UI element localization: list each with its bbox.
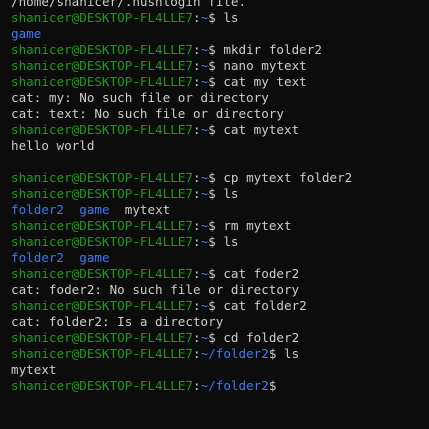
prompt-line: shanicer@DESKTOP-FL4LLE7:~$ cat mytext — [11, 122, 429, 138]
command-text: cat my text — [215, 74, 307, 89]
prompt-dollar: $ — [208, 234, 216, 249]
command-text: cat foder2 — [215, 266, 300, 281]
output-line: mytext — [11, 362, 429, 378]
ls-output-line: folder2 game — [11, 250, 429, 266]
prompt-separator: : — [192, 298, 201, 313]
prompt-dollar: $ — [268, 378, 277, 393]
prompt-user-host: shanicer@DESKTOP-FL4LLE7 — [11, 378, 193, 393]
prompt-dollar: $ — [208, 186, 216, 201]
prompt-line: shanicer@DESKTOP-FL4LLE7:~/folder2$ — [11, 378, 429, 394]
prompt-user-host: shanicer@DESKTOP-FL4LLE7 — [11, 298, 193, 313]
prompt-line: shanicer@DESKTOP-FL4LLE7:~$ mkdir folder… — [11, 42, 429, 58]
prompt-line: shanicer@DESKTOP-FL4LLE7:~$ ls — [11, 186, 429, 202]
directory-entry: game — [79, 202, 110, 217]
prompt-dollar: $ — [208, 218, 216, 233]
prompt-dollar: $ — [208, 74, 216, 89]
output-line: cat: folder2: Is a directory — [11, 314, 429, 330]
prompt-user-host: shanicer@DESKTOP-FL4LLE7 — [11, 122, 193, 137]
prompt-separator: : — [192, 74, 201, 89]
prompt-line: shanicer@DESKTOP-FL4LLE7:~$ nano mytext — [11, 58, 429, 74]
output-text: cat: text: No such file or directory — [11, 106, 284, 121]
prompt-dollar: $ — [208, 122, 216, 137]
output-line: cat: foder2: No such file or directory — [11, 282, 429, 298]
prompt-line: shanicer@DESKTOP-FL4LLE7:~$ rm mytext — [11, 218, 429, 234]
command-text: ls — [276, 346, 300, 361]
prompt-line: shanicer@DESKTOP-FL4LLE7:~$ ls — [11, 10, 429, 26]
prompt-separator: : — [192, 42, 201, 57]
prompt-line: shanicer@DESKTOP-FL4LLE7:~$ ls — [11, 234, 429, 250]
prompt-dollar: $ — [208, 330, 216, 345]
prompt-user-host: shanicer@DESKTOP-FL4LLE7 — [11, 74, 193, 89]
prompt-separator: : — [192, 234, 201, 249]
prompt-line: shanicer@DESKTOP-FL4LLE7:~$ cd folder2 — [11, 330, 429, 346]
prompt-path: ~/folder2 — [200, 378, 269, 393]
output-text: cat: my: No such file or directory — [11, 90, 269, 105]
prompt-separator: : — [192, 346, 201, 361]
output-text: cat: foder2: No such file or directory — [11, 282, 300, 297]
command-text: cp mytext folder2 — [215, 170, 353, 185]
output-text: cat: folder2: Is a directory — [11, 314, 224, 329]
directory-entry: game — [11, 26, 42, 41]
command-text: ls — [215, 10, 239, 25]
command-text: ls — [215, 234, 239, 249]
prompt-line: shanicer@DESKTOP-FL4LLE7:~$ cat foder2 — [11, 266, 429, 282]
prompt-separator: : — [192, 122, 201, 137]
prompt-user-host: shanicer@DESKTOP-FL4LLE7 — [11, 42, 193, 57]
prompt-user-host: shanicer@DESKTOP-FL4LLE7 — [11, 346, 193, 361]
directory-entry: folder2 — [11, 202, 65, 217]
output-line: /home/shanicer/.hushlogin file. — [11, 0, 429, 10]
output-line: cat: my: No such file or directory — [11, 90, 429, 106]
prompt-separator: : — [192, 10, 201, 25]
file-entry: mytext — [124, 202, 171, 217]
prompt-separator: : — [192, 186, 201, 201]
prompt-separator: : — [192, 58, 201, 73]
output-line: hello world — [11, 138, 429, 154]
prompt-line: shanicer@DESKTOP-FL4LLE7:~$ cp mytext fo… — [11, 170, 429, 186]
output-line: cat: text: No such file or directory — [11, 106, 429, 122]
prompt-dollar: $ — [208, 58, 216, 73]
output-text: mytext — [11, 362, 57, 377]
command-text: mkdir folder2 — [215, 42, 322, 57]
prompt-separator: : — [192, 330, 201, 345]
prompt-dollar: $ — [208, 170, 216, 185]
prompt-user-host: shanicer@DESKTOP-FL4LLE7 — [11, 58, 193, 73]
prompt-dollar: $ — [208, 266, 216, 281]
command-text: ls — [215, 186, 239, 201]
ls-output-line: folder2 game mytext — [11, 202, 429, 218]
prompt-user-host: shanicer@DESKTOP-FL4LLE7 — [11, 186, 193, 201]
prompt-path: ~/folder2 — [200, 346, 269, 361]
output-text: hello world — [11, 138, 95, 153]
prompt-user-host: shanicer@DESKTOP-FL4LLE7 — [11, 170, 193, 185]
command-text: cat mytext — [215, 122, 300, 137]
command-text: cd folder2 — [215, 330, 300, 345]
prompt-line: shanicer@DESKTOP-FL4LLE7:~/folder2$ ls — [11, 346, 429, 362]
command-text: rm mytext — [215, 218, 292, 233]
prompt-user-host: shanicer@DESKTOP-FL4LLE7 — [11, 218, 193, 233]
prompt-dollar: $ — [208, 42, 216, 57]
prompt-separator: : — [192, 218, 201, 233]
directory-entry: game — [79, 250, 110, 265]
prompt-dollar: $ — [208, 298, 216, 313]
prompt-dollar: $ — [208, 10, 216, 25]
prompt-separator: : — [192, 170, 201, 185]
command-text: cat folder2 — [215, 298, 307, 313]
command-text: nano mytext — [215, 58, 307, 73]
directory-entry: folder2 — [11, 250, 65, 265]
output-text: /home/shanicer/.hushlogin file. — [11, 0, 247, 9]
prompt-separator: : — [192, 378, 201, 393]
prompt-user-host: shanicer@DESKTOP-FL4LLE7 — [11, 10, 193, 25]
prompt-user-host: shanicer@DESKTOP-FL4LLE7 — [11, 330, 193, 345]
prompt-line: shanicer@DESKTOP-FL4LLE7:~$ cat my text — [11, 74, 429, 90]
ls-output-line: game — [11, 26, 429, 42]
prompt-line: shanicer@DESKTOP-FL4LLE7:~$ cat folder2 — [11, 298, 429, 314]
terminal-window[interactable]: /home/shanicer/.hushlogin file. shanicer@… — [0, 0, 429, 423]
prompt-separator: : — [192, 266, 201, 281]
prompt-user-host: shanicer@DESKTOP-FL4LLE7 — [11, 266, 193, 281]
prompt-user-host: shanicer@DESKTOP-FL4LLE7 — [11, 234, 193, 249]
